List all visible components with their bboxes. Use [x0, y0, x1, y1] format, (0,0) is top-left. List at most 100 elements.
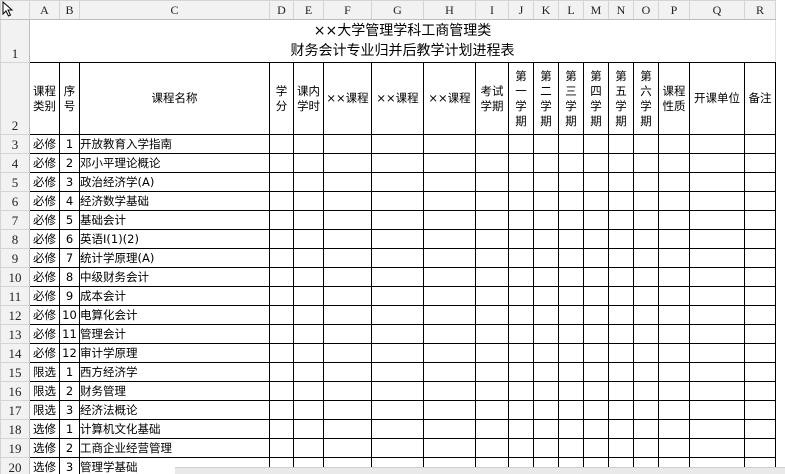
hours-cell[interactable] [293, 210, 324, 230]
column-header-l[interactable]: L [558, 0, 584, 20]
term-1-cell[interactable] [508, 400, 534, 420]
unit-cell[interactable] [689, 362, 745, 382]
term-4-cell[interactable] [583, 267, 609, 287]
header-hours[interactable]: 课内学时 [293, 62, 324, 135]
hours-cell[interactable] [293, 381, 324, 401]
column-header-o[interactable]: O [633, 0, 659, 20]
course-name-cell[interactable]: 基础会计 [79, 210, 270, 230]
column-header-r[interactable]: R [744, 0, 776, 20]
term-6-cell[interactable] [633, 419, 659, 439]
credit-cell[interactable] [269, 191, 294, 211]
exam-cell[interactable] [475, 438, 509, 458]
term-2-cell[interactable] [533, 210, 559, 230]
term-5-cell[interactable] [608, 229, 634, 249]
header-nature[interactable]: 课程性质 [658, 62, 690, 135]
exam-cell[interactable] [475, 400, 509, 420]
term-2-cell[interactable] [533, 400, 559, 420]
unit-cell[interactable] [689, 191, 745, 211]
column-header-j[interactable]: J [508, 0, 534, 20]
row-header-9[interactable]: 9 [0, 248, 30, 268]
term-2-cell[interactable] [533, 267, 559, 287]
remark-cell[interactable] [744, 229, 776, 249]
row-header-18[interactable]: 18 [0, 419, 30, 439]
remark-cell[interactable] [744, 248, 776, 268]
hours-cell[interactable] [293, 324, 324, 344]
header-remark[interactable]: 备注 [744, 62, 776, 135]
term-4-cell[interactable] [583, 286, 609, 306]
course-category-cell[interactable]: 必修 [29, 248, 60, 268]
term-5-cell[interactable] [608, 248, 634, 268]
exam-cell[interactable] [475, 305, 509, 325]
hours-cell[interactable] [293, 134, 324, 154]
header-name[interactable]: 课程名称 [79, 62, 270, 135]
course-category-cell[interactable]: 必修 [29, 153, 60, 173]
term-3-cell[interactable] [558, 438, 584, 458]
exam-cell[interactable] [475, 419, 509, 439]
header-course-1[interactable]: ××课程 [323, 62, 372, 135]
credit-cell[interactable] [269, 229, 294, 249]
course-2-cell[interactable] [371, 153, 424, 173]
term-3-cell[interactable] [558, 419, 584, 439]
remark-cell[interactable] [744, 153, 776, 173]
remark-cell[interactable] [744, 362, 776, 382]
credit-cell[interactable] [269, 438, 294, 458]
row-header-3[interactable]: 3 [0, 134, 30, 154]
course-name-cell[interactable]: 成本会计 [79, 286, 270, 306]
term-3-cell[interactable] [558, 134, 584, 154]
course-seq-cell[interactable]: 1 [59, 134, 80, 154]
term-5-cell[interactable] [608, 305, 634, 325]
course-category-cell[interactable]: 选修 [29, 419, 60, 439]
term-1-cell[interactable] [508, 267, 534, 287]
row-header-16[interactable]: 16 [0, 381, 30, 401]
course-name-cell[interactable]: 政治经济学(A) [79, 172, 270, 192]
column-header-c[interactable]: C [79, 0, 270, 20]
header-exam[interactable]: 考试学期 [475, 62, 509, 135]
nature-cell[interactable] [658, 153, 690, 173]
term-3-cell[interactable] [558, 362, 584, 382]
term-3-cell[interactable] [558, 381, 584, 401]
hours-cell[interactable] [293, 362, 324, 382]
course-3-cell[interactable] [423, 324, 476, 344]
hours-cell[interactable] [293, 172, 324, 192]
term-4-cell[interactable] [583, 362, 609, 382]
nature-cell[interactable] [658, 438, 690, 458]
hours-cell[interactable] [293, 267, 324, 287]
row-header-14[interactable]: 14 [0, 343, 30, 363]
course-2-cell[interactable] [371, 362, 424, 382]
nature-cell[interactable] [658, 400, 690, 420]
header-course-3[interactable]: ××课程 [423, 62, 476, 135]
course-name-cell[interactable]: 工商企业经营管理 [79, 438, 270, 458]
course-1-cell[interactable] [323, 305, 372, 325]
term-3-cell[interactable] [558, 400, 584, 420]
term-5-cell[interactable] [608, 324, 634, 344]
course-1-cell[interactable] [323, 362, 372, 382]
row-header-2[interactable]: 2 [0, 62, 30, 135]
course-seq-cell[interactable]: 3 [59, 457, 80, 474]
exam-cell[interactable] [475, 172, 509, 192]
term-3-cell[interactable] [558, 248, 584, 268]
column-header-d[interactable]: D [269, 0, 294, 20]
term-5-cell[interactable] [608, 153, 634, 173]
unit-cell[interactable] [689, 324, 745, 344]
header-term-3[interactable]: 第三学期 [558, 62, 584, 135]
hours-cell[interactable] [293, 343, 324, 363]
term-4-cell[interactable] [583, 419, 609, 439]
term-2-cell[interactable] [533, 191, 559, 211]
header-term-5[interactable]: 第五学期 [608, 62, 634, 135]
course-seq-cell[interactable]: 8 [59, 267, 80, 287]
unit-cell[interactable] [689, 210, 745, 230]
course-2-cell[interactable] [371, 400, 424, 420]
course-2-cell[interactable] [371, 324, 424, 344]
nature-cell[interactable] [658, 286, 690, 306]
term-5-cell[interactable] [608, 438, 634, 458]
course-3-cell[interactable] [423, 191, 476, 211]
course-1-cell[interactable] [323, 248, 372, 268]
column-header-k[interactable]: K [533, 0, 559, 20]
remark-cell[interactable] [744, 134, 776, 154]
course-3-cell[interactable] [423, 400, 476, 420]
column-header-h[interactable]: H [423, 0, 476, 20]
course-2-cell[interactable] [371, 381, 424, 401]
term-4-cell[interactable] [583, 400, 609, 420]
course-name-cell[interactable]: 计算机文化基础 [79, 419, 270, 439]
nature-cell[interactable] [658, 305, 690, 325]
